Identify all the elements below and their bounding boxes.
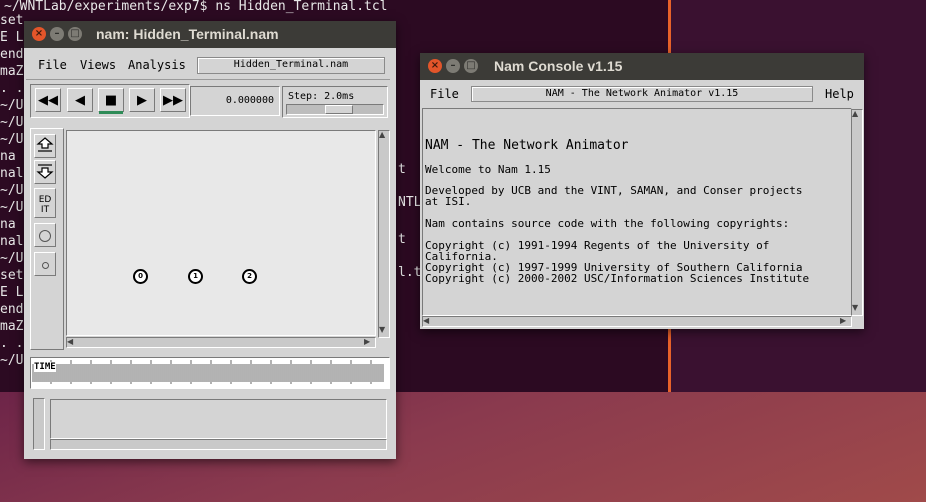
terminal-line-fragment: set <box>0 268 24 283</box>
minimize-icon[interactable]: – <box>50 27 64 41</box>
zoom-in-button[interactable] <box>34 134 56 158</box>
rewind-button[interactable]: ◀◀ <box>35 88 61 112</box>
console-horizontal-scrollbar[interactable] <box>422 316 852 327</box>
zoom-out-icon <box>36 164 54 179</box>
terminal-line-fragment: maZ <box>0 64 24 79</box>
scroll-right-arrow-icon[interactable]: ▶ <box>364 337 370 346</box>
step-slider[interactable] <box>286 104 384 115</box>
console-scroll-down-icon[interactable]: ▼ <box>852 303 858 312</box>
maximize-icon[interactable]: □ <box>68 27 82 41</box>
console-copyright-3: Copyright (c) 2000-2002 USC/Information … <box>425 272 810 285</box>
console-heading: NAM - The Network Animator <box>425 138 629 153</box>
zoom-in-icon <box>36 137 54 152</box>
timeline-ticks <box>32 360 384 384</box>
console-scroll-up-icon[interactable]: ▲ <box>852 109 858 118</box>
terminal-line-fragment: maZ <box>0 319 24 334</box>
back-button[interactable]: ◀ <box>67 88 93 112</box>
menu-views[interactable]: Views <box>80 58 116 72</box>
annotation-horizontal-scrollbar[interactable] <box>50 439 387 450</box>
terminal-line-fragment: . . <box>0 81 24 96</box>
console-welcome: Welcome to Nam 1.15 <box>425 163 551 176</box>
terminal-line-fragment: ~/U <box>0 200 24 215</box>
network-node-1[interactable]: 1 <box>188 269 203 284</box>
console-developed-1: Developed by UCB and the VINT, SAMAN, an… <box>425 184 803 197</box>
terminal-line-fragment: ~/U <box>0 353 24 368</box>
nam-title: nam: Hidden_Terminal.nam <box>96 26 279 42</box>
terminal-line-fragment: . . <box>0 336 24 351</box>
terminal-line-fragment: set <box>0 13 24 28</box>
edit-button[interactable]: ED IT <box>34 188 56 218</box>
terminal-line-fragment: na <box>0 217 16 232</box>
console-scroll-right-icon[interactable]: ▶ <box>840 316 846 325</box>
console-menu-help[interactable]: Help <box>825 87 854 101</box>
animation-canvas[interactable] <box>66 130 376 336</box>
console-minimize-icon[interactable]: – <box>446 59 460 73</box>
menu-analysis[interactable]: Analysis <box>128 58 186 72</box>
nam-titlebar: × – □ nam: Hidden_Terminal.nam <box>24 21 396 48</box>
console-menu-file[interactable]: File <box>430 87 459 101</box>
network-node-0[interactable]: 0 <box>133 269 148 284</box>
terminal-line-fragment: E L <box>0 30 24 45</box>
time-value: 0.000000 <box>225 95 274 106</box>
step-slider-handle[interactable] <box>325 105 353 114</box>
canvas-vertical-scrollbar[interactable] <box>378 130 390 338</box>
terminal-line-fragment: ~/U <box>0 251 24 266</box>
terminal-line-fragment: ~/U <box>0 132 24 147</box>
timeline-slider[interactable]: TIME <box>30 357 390 389</box>
node-size-large-button[interactable] <box>34 223 56 247</box>
terminal-line-fragment: nal <box>0 234 24 249</box>
zoom-out-button[interactable] <box>34 160 56 184</box>
console-copyright-intro: Nam contains source code with the follow… <box>425 217 790 230</box>
play-button[interactable]: ▶ <box>129 88 155 112</box>
timeline-label: TIME <box>34 362 56 372</box>
console-developed-2: at ISI. <box>425 195 472 208</box>
step-label: Step: 2.0ms <box>288 91 355 102</box>
terminal-line-fragment: t <box>398 162 406 177</box>
console-maximize-icon[interactable]: □ <box>464 59 478 73</box>
network-node-2[interactable]: 2 <box>242 269 257 284</box>
stop-indicator <box>99 111 123 114</box>
menu-divider <box>26 79 390 80</box>
terminal-line-fragment: na <box>0 149 16 164</box>
terminal-line-fragment: ~/U <box>0 115 24 130</box>
console-scroll-left-icon[interactable]: ◀ <box>423 316 429 325</box>
filename-field: Hidden_Terminal.nam <box>197 57 385 74</box>
menu-file[interactable]: File <box>38 58 67 72</box>
close-icon[interactable]: × <box>32 27 46 41</box>
terminal-line-fragment: end <box>0 302 24 317</box>
scroll-up-arrow-icon[interactable]: ▲ <box>379 130 385 139</box>
console-vertical-scrollbar[interactable] <box>851 109 863 316</box>
annotation-vertical-scrollbar[interactable] <box>33 398 45 450</box>
console-title: Nam Console v1.15 <box>494 58 623 74</box>
scroll-down-arrow-icon[interactable]: ▼ <box>379 325 385 334</box>
scroll-left-arrow-icon[interactable]: ◀ <box>67 337 73 346</box>
stop-button[interactable]: ■ <box>98 88 124 112</box>
console-header-field: NAM - The Network Animator v1.15 <box>471 86 813 102</box>
terminal-line-fragment: E L <box>0 285 24 300</box>
terminal-line-fragment: ~/U <box>0 98 24 113</box>
node-size-small-button[interactable] <box>34 252 56 276</box>
terminal-command-line: ~/WNTLab/experiments/exp7$ ns Hidden_Ter… <box>4 0 388 14</box>
circle-large-icon <box>39 230 51 242</box>
terminal-line-fragment: nal <box>0 166 24 181</box>
console-titlebar: × – □ Nam Console v1.15 <box>420 53 864 80</box>
fast-forward-button[interactable]: ▶▶ <box>160 88 186 112</box>
terminal-line-fragment: l.t <box>398 265 422 280</box>
terminal-line-fragment: ~/U <box>0 183 24 198</box>
canvas-horizontal-scrollbar[interactable] <box>66 337 376 348</box>
annotation-panel[interactable] <box>50 399 387 439</box>
terminal-line-fragment: end <box>0 47 24 62</box>
console-close-icon[interactable]: × <box>428 59 442 73</box>
circle-small-icon <box>41 262 49 269</box>
terminal-line-fragment: t <box>398 232 406 247</box>
